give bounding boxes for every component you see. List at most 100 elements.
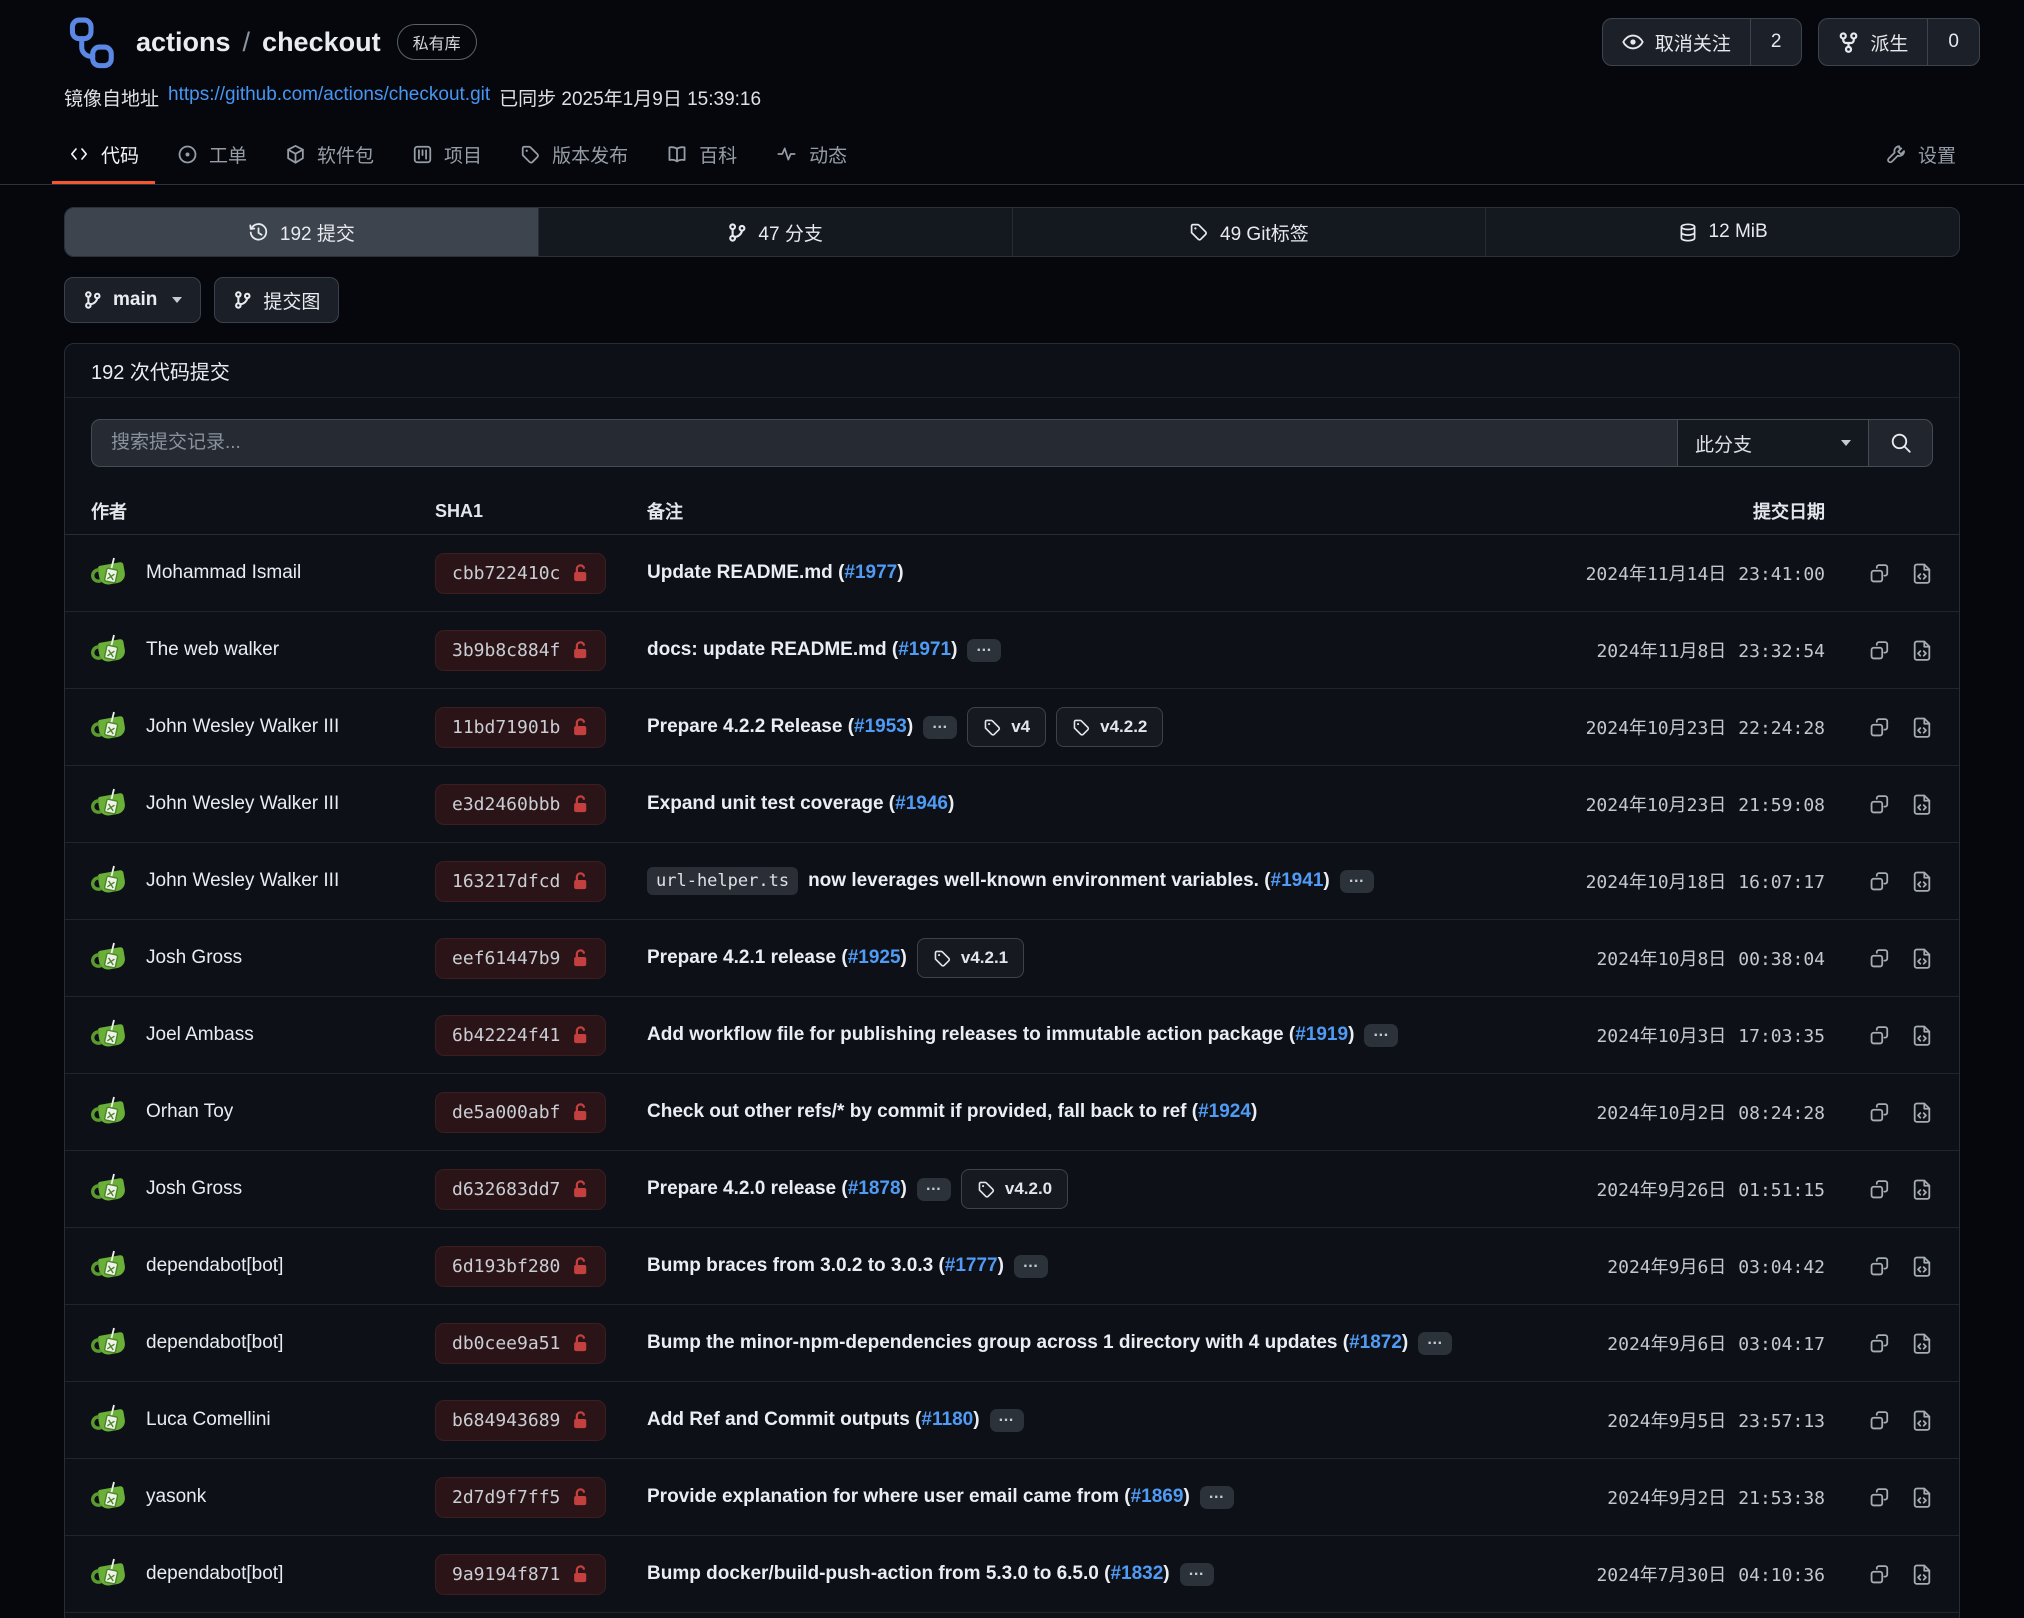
commit-author[interactable]: dependabot[bot] — [146, 1332, 283, 1354]
issue-link[interactable]: #1946 — [895, 793, 948, 814]
tab-issues[interactable]: 工单 — [161, 127, 263, 184]
tab-activity[interactable]: 动态 — [759, 127, 863, 184]
commit-author[interactable]: dependabot[bot] — [146, 1563, 283, 1585]
issue-link[interactable]: #1869 — [1131, 1486, 1184, 1507]
commit-sha-badge[interactable]: 6d193bf280 — [435, 1246, 606, 1287]
search-input[interactable] — [91, 419, 1677, 467]
version-tag-button[interactable]: v4 — [967, 707, 1046, 747]
commit-sha-badge[interactable]: b684943689 — [435, 1400, 606, 1441]
issue-link[interactable]: #1919 — [1295, 1024, 1348, 1045]
author-avatar[interactable] — [91, 1017, 131, 1053]
view-file-at-commit-button[interactable] — [1911, 1563, 1933, 1586]
commit-author[interactable]: dependabot[bot] — [146, 1255, 283, 1277]
stat-commits[interactable]: 192 提交 — [65, 208, 538, 256]
expand-commit-body-button[interactable]: … — [967, 639, 1001, 662]
issue-link[interactable]: #1878 — [848, 1178, 901, 1199]
repo-link[interactable]: checkout — [262, 27, 381, 58]
view-file-at-commit-button[interactable] — [1911, 1409, 1933, 1432]
commit-author[interactable]: Josh Gross — [146, 947, 242, 969]
author-avatar[interactable] — [91, 940, 131, 976]
view-file-at-commit-button[interactable] — [1911, 793, 1933, 816]
commit-sha-badge[interactable]: 9a9194f871 — [435, 1554, 606, 1595]
copy-sha-button[interactable] — [1868, 793, 1891, 816]
issue-link[interactable]: #1977 — [844, 562, 897, 583]
author-avatar[interactable] — [91, 632, 131, 668]
expand-commit-body-button[interactable]: … — [1200, 1486, 1234, 1509]
expand-commit-body-button[interactable]: … — [1014, 1255, 1048, 1278]
site-logo-icon[interactable] — [64, 15, 118, 69]
commit-author[interactable]: Orhan Toy — [146, 1101, 233, 1123]
commit-author[interactable]: Josh Gross — [146, 1178, 242, 1200]
tab-settings[interactable]: 设置 — [1870, 127, 1972, 184]
tab-projects[interactable]: 项目 — [396, 127, 498, 184]
copy-sha-button[interactable] — [1868, 1486, 1891, 1509]
issue-link[interactable]: #1777 — [945, 1255, 998, 1276]
commit-author[interactable]: John Wesley Walker III — [146, 870, 339, 892]
view-file-at-commit-button[interactable] — [1911, 1178, 1933, 1201]
view-file-at-commit-button[interactable] — [1911, 639, 1933, 662]
copy-sha-button[interactable] — [1868, 716, 1891, 739]
author-avatar[interactable] — [91, 786, 131, 822]
commit-sha-badge[interactable]: 11bd71901b — [435, 707, 606, 748]
version-tag-button[interactable]: v4.2.1 — [917, 938, 1024, 978]
commit-author[interactable]: yasonk — [146, 1486, 206, 1508]
commit-sha-badge[interactable]: 6b42224f41 — [435, 1015, 606, 1056]
commit-author[interactable]: Luca Comellini — [146, 1409, 271, 1431]
mirror-url-link[interactable]: https://github.com/actions/checkout.git — [168, 84, 490, 111]
copy-sha-button[interactable] — [1868, 1409, 1891, 1432]
copy-sha-button[interactable] — [1868, 1563, 1891, 1586]
expand-commit-body-button[interactable]: … — [1340, 870, 1374, 893]
tab-packages[interactable]: 软件包 — [269, 127, 390, 184]
stat-branches[interactable]: 47 分支 — [538, 208, 1012, 256]
expand-commit-body-button[interactable]: … — [990, 1409, 1024, 1432]
view-file-at-commit-button[interactable] — [1911, 1486, 1933, 1509]
author-avatar[interactable] — [91, 863, 131, 899]
copy-sha-button[interactable] — [1868, 1024, 1891, 1047]
expand-commit-body-button[interactable]: … — [923, 716, 957, 739]
author-avatar[interactable] — [91, 1402, 131, 1438]
commit-sha-badge[interactable]: db0cee9a51 — [435, 1323, 606, 1364]
copy-sha-button[interactable] — [1868, 1178, 1891, 1201]
commit-sha-badge[interactable]: cbb722410c — [435, 553, 606, 594]
commit-sha-badge[interactable]: eef61447b9 — [435, 938, 606, 979]
author-avatar[interactable] — [91, 555, 131, 591]
view-file-at-commit-button[interactable] — [1911, 716, 1933, 739]
copy-sha-button[interactable] — [1868, 1332, 1891, 1355]
commit-sha-badge[interactable]: de5a000abf — [435, 1092, 606, 1133]
copy-sha-button[interactable] — [1868, 1255, 1891, 1278]
commit-sha-badge[interactable]: 3b9b8c884f — [435, 630, 606, 671]
watch-count[interactable]: 2 — [1750, 19, 1802, 65]
copy-sha-button[interactable] — [1868, 639, 1891, 662]
branch-selector[interactable]: main — [64, 277, 201, 323]
author-avatar[interactable] — [91, 1479, 131, 1515]
expand-commit-body-button[interactable]: … — [1180, 1563, 1214, 1586]
expand-commit-body-button[interactable]: … — [1418, 1332, 1452, 1355]
expand-commit-body-button[interactable]: … — [1364, 1024, 1398, 1047]
tab-wiki[interactable]: 百科 — [650, 127, 753, 184]
version-tag-button[interactable]: v4.2.2 — [1056, 707, 1163, 747]
issue-link[interactable]: #1953 — [854, 716, 907, 737]
issue-link[interactable]: #1832 — [1110, 1563, 1163, 1584]
tab-releases[interactable]: 版本发布 — [504, 127, 644, 184]
search-button[interactable] — [1869, 419, 1933, 467]
tab-code[interactable]: 代码 — [52, 127, 155, 184]
author-avatar[interactable] — [91, 1171, 131, 1207]
search-scope-select[interactable]: 此分支 — [1677, 419, 1869, 467]
commit-author[interactable]: Joel Ambass — [146, 1024, 254, 1046]
issue-link[interactable]: #1924 — [1198, 1101, 1251, 1122]
issue-link[interactable]: #1941 — [1271, 870, 1324, 891]
copy-sha-button[interactable] — [1868, 1101, 1891, 1124]
view-file-at-commit-button[interactable] — [1911, 562, 1933, 585]
copy-sha-button[interactable] — [1868, 947, 1891, 970]
author-avatar[interactable] — [91, 1325, 131, 1361]
stat-tags[interactable]: 49 Git标签 — [1012, 208, 1486, 256]
version-tag-button[interactable]: v4.2.0 — [961, 1169, 1068, 1209]
view-file-at-commit-button[interactable] — [1911, 1332, 1933, 1355]
view-file-at-commit-button[interactable] — [1911, 870, 1933, 893]
commit-sha-badge[interactable]: e3d2460bbb — [435, 784, 606, 825]
view-file-at-commit-button[interactable] — [1911, 1101, 1933, 1124]
author-avatar[interactable] — [91, 1094, 131, 1130]
fork-count[interactable]: 0 — [1927, 19, 1979, 65]
commit-sha-badge[interactable]: d632683dd7 — [435, 1169, 606, 1210]
expand-commit-body-button[interactable]: … — [917, 1178, 951, 1201]
